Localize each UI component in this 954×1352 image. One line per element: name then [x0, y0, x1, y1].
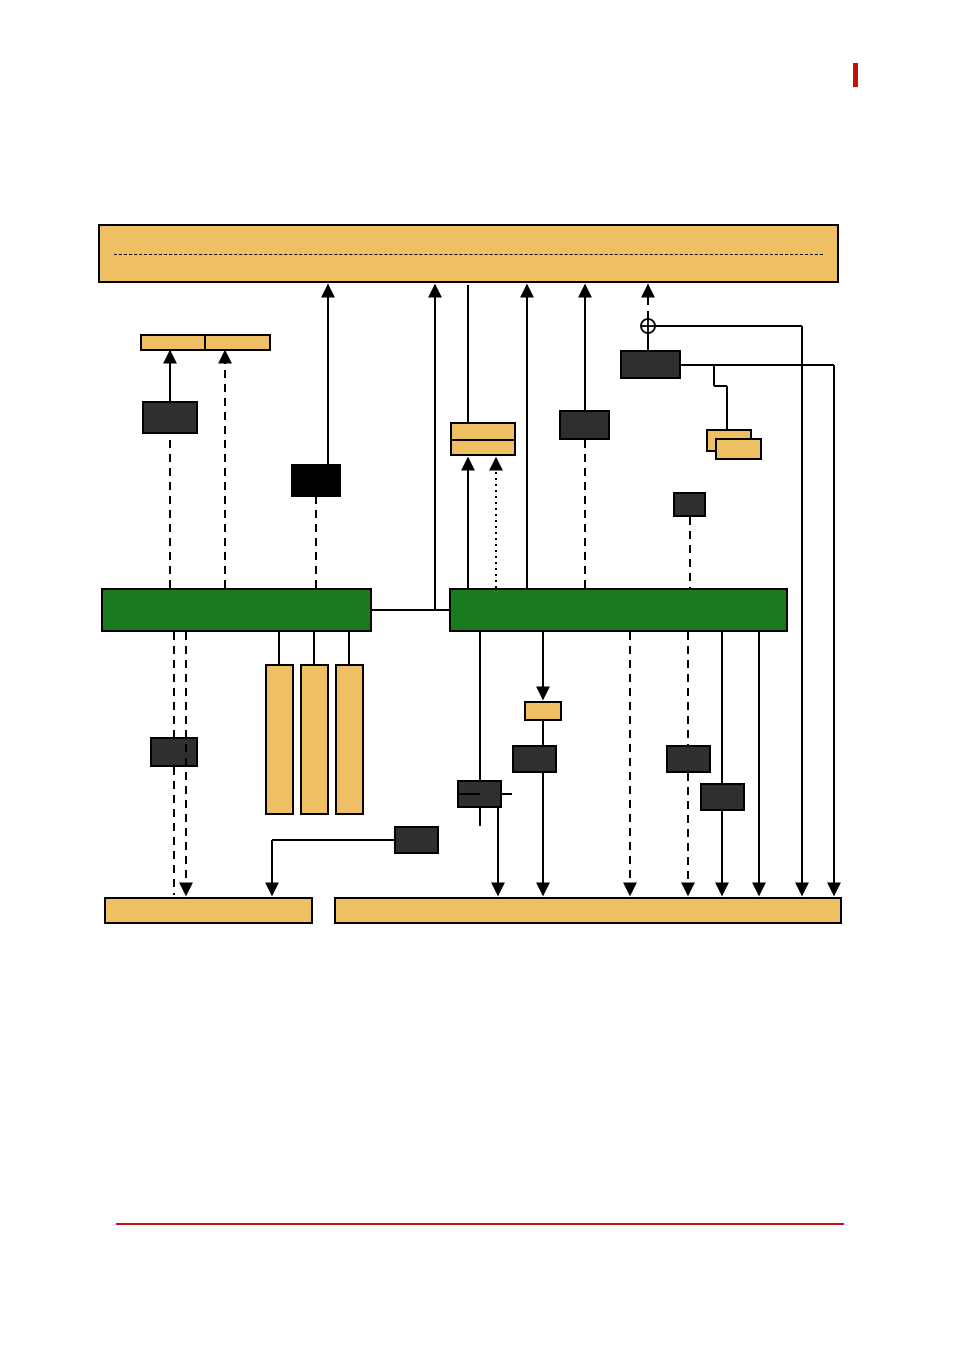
- right-dark-2: [666, 745, 711, 773]
- top-banner-midline: [114, 254, 823, 255]
- bottom-dark: [394, 826, 439, 854]
- connectors: [0, 0, 954, 1352]
- top-right-dark: [620, 350, 681, 379]
- right-dark-3: [700, 783, 745, 811]
- diagram-page: [0, 0, 954, 1352]
- mid-small-gold: [450, 422, 516, 456]
- small-pair-right: [204, 334, 271, 351]
- tall-gold-3: [335, 664, 364, 815]
- left-green: [101, 588, 372, 632]
- right-green: [449, 588, 788, 632]
- xor-icon: [641, 319, 655, 333]
- right-small-dark: [673, 492, 706, 517]
- footer-rule: [116, 1223, 844, 1225]
- stack-gold-front: [715, 438, 762, 460]
- left-dark-upper: [142, 401, 198, 434]
- mid-small-gold-line: [452, 439, 514, 441]
- mid-dark-upper: [559, 410, 610, 440]
- tall-gold-2: [300, 664, 329, 815]
- tall-gold-1: [265, 664, 294, 815]
- top-banner: [98, 224, 839, 283]
- bottom-left-gold: [104, 897, 313, 924]
- page-accent-mark: [853, 63, 858, 87]
- mid-dark-3: [457, 780, 502, 808]
- black-box: [291, 464, 341, 497]
- mid-dark-2: [512, 745, 557, 773]
- bottom-right-gold: [334, 897, 842, 924]
- small-pair-left: [140, 334, 206, 351]
- left-dark-lower: [150, 737, 198, 767]
- tiny-gold: [524, 701, 562, 721]
